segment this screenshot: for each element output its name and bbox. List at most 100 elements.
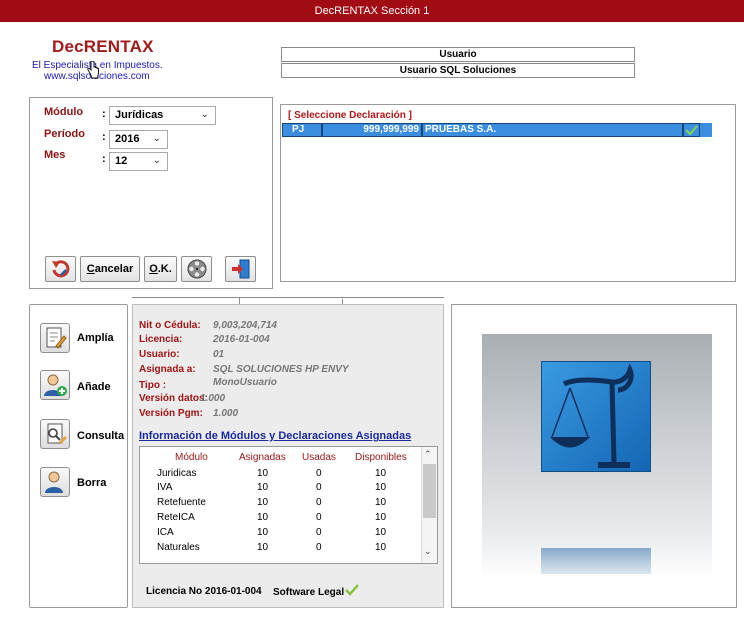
window-title-bar: DecRENTAX Sección 1 — [0, 0, 744, 22]
table-cell: Juridicas — [157, 468, 197, 479]
table-cell: 10 — [257, 497, 269, 508]
declaration-name: PRUEBAS S.A. — [422, 123, 683, 137]
table-cell: ICA — [157, 527, 174, 538]
table-cell: 0 — [316, 527, 322, 538]
ok-button[interactable]: O.K. — [144, 256, 177, 282]
user-label-box: Usuario — [281, 47, 635, 62]
license-number-text: Licencia No 2016-01-004 — [146, 586, 262, 597]
table-cell: 10 — [375, 497, 387, 508]
modulo-value: Jurídicas — [115, 109, 164, 121]
table-cell: 10 — [257, 527, 269, 538]
amplia-label[interactable]: Amplía — [77, 332, 114, 344]
tipo-label: Tipo : — [139, 380, 167, 391]
anade-button[interactable] — [40, 370, 70, 400]
periodo-value: 2016 — [115, 133, 140, 145]
licencia-value: 2016-01-004 — [213, 334, 270, 345]
search-document-icon — [47, 423, 67, 444]
modulo-colon: : — [102, 108, 106, 120]
hand-cursor-icon — [87, 61, 99, 79]
version-pgm-value: 1.000 — [213, 408, 239, 419]
declarations-header: [ Seleccione Declaración ] — [288, 110, 412, 121]
table-cell: IVA — [157, 482, 173, 493]
user-name-box: Usuario SQL Soluciones — [281, 63, 635, 78]
periodo-select[interactable]: 2016 ⌄ — [109, 130, 168, 149]
mes-label: Mes — [44, 149, 66, 161]
scales-of-justice-icon — [550, 363, 634, 468]
tipo-value: MonoUsuario — [213, 377, 277, 388]
mes-select[interactable]: 12 ⌄ — [109, 152, 168, 171]
col-header-disponibles: Disponibles — [355, 452, 407, 463]
periodo-colon: : — [102, 131, 106, 143]
table-cell: 10 — [375, 482, 387, 493]
table-cell: 10 — [375, 527, 387, 538]
mes-value: 12 — [115, 155, 128, 167]
modulo-label: Módulo — [44, 106, 84, 118]
table-cell: 10 — [257, 468, 269, 479]
table-cell: 10 — [375, 512, 387, 523]
film-button[interactable] — [181, 256, 212, 282]
edit-document-icon — [46, 327, 67, 349]
film-reel-icon — [187, 259, 206, 279]
table-cell: 10 — [257, 482, 269, 493]
refresh-button[interactable] — [45, 256, 76, 282]
version-datos-value: 1.000 — [200, 393, 226, 404]
table-cell: 10 — [257, 542, 269, 553]
cancel-accelerator: C — [86, 263, 95, 275]
declaration-nit: 999,999,999 — [322, 123, 422, 137]
scales-logo — [541, 361, 651, 472]
col-header-asignadas: Asignadas — [239, 452, 286, 463]
licencia-label: Licencia: — [139, 334, 183, 345]
modulo-select[interactable]: Jurídicas ⌄ — [109, 106, 216, 125]
consulta-label[interactable]: Consulta — [77, 430, 124, 442]
scrollbar-thumb[interactable] — [423, 464, 436, 518]
exit-button[interactable] — [225, 256, 256, 282]
table-cell: Retefuente — [157, 497, 206, 508]
consulta-button[interactable] — [40, 419, 70, 449]
checkmark-icon — [685, 125, 698, 136]
declaration-check[interactable] — [683, 123, 700, 137]
brand-name: DecRENTAX — [52, 37, 154, 56]
scroll-up-icon[interactable]: ⌃ — [424, 449, 432, 460]
cancel-button[interactable]: Cancelar — [80, 256, 140, 282]
version-pgm-label: Versión Pgm: — [139, 408, 203, 419]
refresh-icon — [51, 260, 69, 278]
table-cell: 10 — [375, 542, 387, 553]
logo-reflection — [541, 548, 651, 574]
chevron-down-icon: ⌄ — [152, 133, 161, 144]
cancel-label: ancelar — [94, 263, 134, 275]
periodo-label: Período — [44, 128, 85, 140]
chevron-down-icon: ⌄ — [152, 155, 161, 166]
asignada-label: Asignada a: — [139, 364, 196, 375]
nit-value: 9,003,204,714 — [213, 320, 277, 331]
table-cell: ReteICA — [157, 512, 195, 523]
table-cell: 10 — [375, 468, 387, 479]
col-header-modulo: Módulo — [175, 452, 208, 463]
ok-label: .K. — [157, 263, 172, 275]
table-cell: 0 — [316, 482, 322, 493]
usuario-value: 01 — [213, 349, 225, 360]
borra-button[interactable] — [40, 467, 70, 497]
col-header-usadas: Usadas — [302, 452, 336, 463]
asignada-value: SQL SOLUCIONES HP ENVY — [213, 364, 349, 375]
chevron-down-icon: ⌄ — [200, 109, 209, 120]
modules-info-title[interactable]: Información de Módulos y Declaraciones A… — [139, 430, 411, 442]
scroll-down-icon[interactable]: ⌄ — [424, 546, 432, 557]
table-cell: 0 — [316, 542, 322, 553]
declaration-type: PJ — [282, 123, 322, 137]
version-datos-label: Versión datos: — [139, 393, 208, 404]
table-cell: Naturales — [157, 542, 200, 553]
table-cell: 10 — [257, 512, 269, 523]
software-legal-text: Software Legal — [273, 587, 345, 598]
table-cell: 0 — [316, 468, 322, 479]
table-cell: 0 — [316, 497, 322, 508]
ok-accelerator: O — [149, 263, 158, 275]
exit-door-icon — [231, 259, 249, 279]
nit-label: Nit o Cédula: — [139, 320, 201, 331]
window-title: DecRENTAX Sección 1 — [314, 5, 430, 17]
table-cell: 0 — [316, 512, 322, 523]
delete-user-icon — [45, 471, 63, 493]
borra-label[interactable]: Borra — [77, 477, 106, 489]
anade-label[interactable]: Añade — [77, 381, 111, 393]
add-user-icon — [44, 374, 67, 396]
amplia-button[interactable] — [40, 323, 70, 353]
